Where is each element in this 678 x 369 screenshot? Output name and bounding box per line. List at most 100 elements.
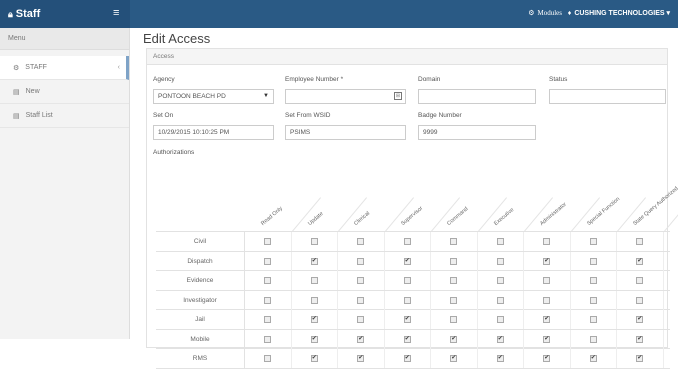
table-cell: ✔	[292, 310, 339, 329]
authorization-checkbox[interactable]: ✔	[404, 355, 411, 362]
agency-select[interactable]: PONTOON BEACH PD ▼	[153, 89, 274, 104]
authorization-checkbox[interactable]: ✔	[311, 355, 318, 362]
table-cell: ✔	[338, 330, 385, 349]
set-from-wsid-value: PSIMS	[290, 129, 310, 136]
authorization-checkbox[interactable]	[590, 277, 597, 284]
authorization-checkbox[interactable]	[497, 316, 504, 323]
authorization-checkbox[interactable]: ✔	[636, 355, 643, 362]
employee-number-field[interactable]: ⊞	[285, 89, 406, 104]
authorization-checkbox[interactable]	[311, 238, 318, 245]
authorization-checkbox[interactable]	[357, 316, 364, 323]
sidebar-item-staff-list[interactable]: ▤ Staff List	[0, 104, 129, 128]
authorization-checkbox[interactable]	[404, 277, 411, 284]
authorization-checkbox[interactable]: ✔	[311, 258, 318, 265]
authorization-checkbox[interactable]: ✔	[357, 336, 364, 343]
set-on-field[interactable]: 10/29/2015 10:10:25 PM	[153, 125, 274, 140]
authorization-checkbox[interactable]	[404, 297, 411, 304]
authorization-checkbox[interactable]	[543, 238, 550, 245]
authorization-checkbox[interactable]	[450, 277, 457, 284]
authorization-checkbox[interactable]	[357, 277, 364, 284]
authorization-checkbox[interactable]: ✔	[450, 336, 457, 343]
brand[interactable]: 🔒︎ Staff	[0, 0, 130, 28]
authorization-checkbox[interactable]	[590, 336, 597, 343]
authorization-checkbox[interactable]	[590, 238, 597, 245]
table-cell: ✔	[385, 330, 432, 349]
authorization-checkbox[interactable]: ✔	[404, 336, 411, 343]
authorization-checkbox[interactable]	[636, 277, 643, 284]
authorization-checkbox[interactable]	[311, 277, 318, 284]
authorization-checkbox[interactable]	[636, 238, 643, 245]
authorization-checkbox[interactable]: ✔	[636, 336, 643, 343]
table-cell	[571, 291, 618, 310]
authorization-checkbox[interactable]: ✔	[450, 355, 457, 362]
agency-label: Agency	[153, 76, 175, 83]
sidebar-item-new[interactable]: ▤ New	[0, 80, 129, 104]
calculator-icon[interactable]: ⊞	[394, 92, 402, 100]
authorization-checkbox[interactable]: ✔	[497, 355, 504, 362]
authorization-checkbox[interactable]	[636, 297, 643, 304]
status-field[interactable]	[549, 89, 666, 104]
table-row: Mobile✔✔✔✔✔✔✔	[156, 330, 670, 350]
authorization-checkbox[interactable]	[264, 277, 271, 284]
authorization-checkbox[interactable]	[450, 316, 457, 323]
authorization-checkbox[interactable]	[264, 355, 271, 362]
authorization-checkbox[interactable]	[264, 238, 271, 245]
authorization-checkbox[interactable]	[357, 258, 364, 265]
table-cell	[338, 252, 385, 271]
authorization-checkbox[interactable]	[264, 316, 271, 323]
authorization-checkbox[interactable]	[311, 297, 318, 304]
authorization-checkbox[interactable]: ✔	[311, 336, 318, 343]
authorization-checkbox[interactable]	[590, 316, 597, 323]
authorization-checkbox[interactable]	[543, 297, 550, 304]
authorization-checkbox[interactable]: ✔	[543, 336, 550, 343]
authorization-checkbox[interactable]	[264, 297, 271, 304]
authorization-checkbox[interactable]: ✔	[543, 316, 550, 323]
table-cell	[292, 271, 339, 290]
authorization-checkbox[interactable]	[590, 297, 597, 304]
badge-number-field[interactable]: 9999	[418, 125, 536, 140]
authorization-checkbox[interactable]: ✔	[357, 355, 364, 362]
authorization-checkbox[interactable]: ✔	[636, 316, 643, 323]
authorization-checkbox[interactable]: ✔	[497, 336, 504, 343]
table-cell	[338, 291, 385, 310]
authorization-checkbox[interactable]	[497, 277, 504, 284]
authorization-checkbox[interactable]	[264, 258, 271, 265]
authorization-checkbox[interactable]	[357, 238, 364, 245]
table-cell	[245, 232, 292, 251]
table-cell	[245, 271, 292, 290]
table-cell: ✔	[478, 330, 525, 349]
table-cell: ✔	[431, 330, 478, 349]
authorization-checkbox[interactable]	[450, 258, 457, 265]
authorization-checkbox[interactable]	[543, 277, 550, 284]
sidebar-item-staff[interactable]: ⚙ STAFF ‹	[0, 56, 129, 80]
wrench-icon: ⚙	[528, 9, 534, 17]
authorization-checkbox[interactable]: ✔	[543, 258, 550, 265]
hamburger-menu-icon[interactable]: ≡	[113, 7, 119, 19]
authorization-checkbox[interactable]	[497, 297, 504, 304]
authorization-checkbox[interactable]	[404, 238, 411, 245]
authorization-checkbox[interactable]	[497, 258, 504, 265]
authorization-checkbox[interactable]: ✔	[636, 258, 643, 265]
authorization-checkbox[interactable]	[450, 238, 457, 245]
table-cell	[338, 271, 385, 290]
authorization-checkbox[interactable]	[450, 297, 457, 304]
authorization-checkbox[interactable]	[264, 336, 271, 343]
domain-field[interactable]	[418, 89, 536, 104]
authorization-checkbox[interactable]: ✔	[404, 316, 411, 323]
modules-label: Modules	[538, 9, 563, 17]
authorization-checkbox[interactable]: ✔	[311, 316, 318, 323]
table-cell	[617, 291, 664, 310]
authorization-checkbox[interactable]	[357, 297, 364, 304]
column-header: Read Only	[260, 206, 284, 227]
authorization-checkbox[interactable]: ✔	[543, 355, 550, 362]
authorization-checkbox[interactable]	[590, 258, 597, 265]
company-dropdown[interactable]: ♦CUSHING TECHNOLOGIES ▾	[568, 9, 670, 17]
table-cell	[571, 330, 618, 349]
authorization-checkbox[interactable]	[497, 238, 504, 245]
authorization-checkbox[interactable]: ✔	[590, 355, 597, 362]
table-cell: ✔	[385, 252, 432, 271]
modules-link[interactable]: ⚙ Modules	[528, 9, 562, 17]
authorization-checkbox[interactable]: ✔	[404, 258, 411, 265]
table-cell	[571, 252, 618, 271]
set-from-wsid-field[interactable]: PSIMS	[285, 125, 406, 140]
